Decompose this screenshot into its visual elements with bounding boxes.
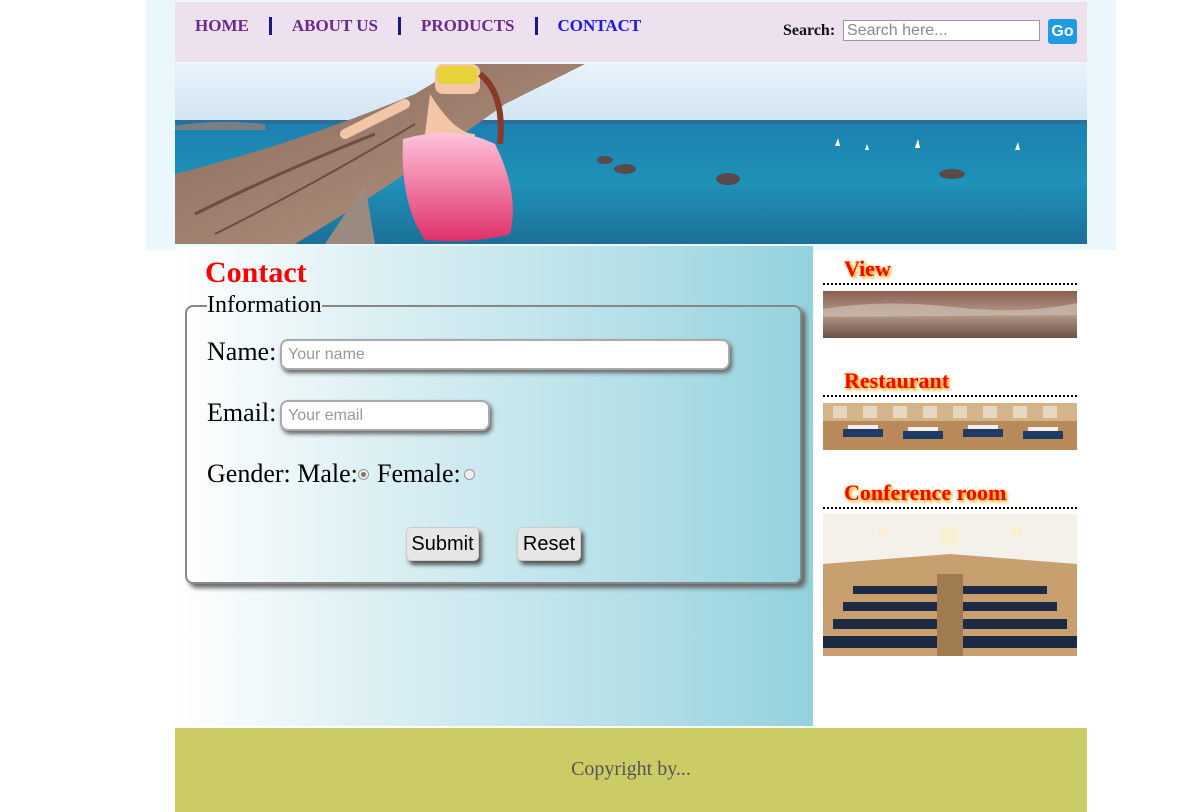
female-radio[interactable] [464, 469, 475, 480]
nav-about-link[interactable]: ABOUT US [272, 16, 398, 36]
conference-room-image[interactable] [823, 514, 1077, 656]
name-label: Name: [207, 337, 277, 366]
information-fieldset: Information [185, 292, 802, 584]
name-input[interactable] [280, 339, 730, 370]
sidebar-title-view: View [844, 256, 891, 281]
nav-products-link[interactable]: PRODUCTS [401, 16, 535, 36]
main-nav: HOME ABOUT US PRODUCTS CONTACT [175, 16, 661, 36]
submit-button[interactable]: Submit [406, 527, 479, 561]
restaurant-image[interactable] [823, 403, 1077, 450]
female-label: Female: [377, 459, 461, 488]
information-legend: Information [207, 292, 322, 318]
copyright-text: Copyright by... [571, 758, 691, 780]
contact-section: Contact Information Name: Email: Gender:… [175, 246, 813, 726]
nav-contact-link[interactable]: CONTACT [538, 16, 662, 36]
sidebar-divider [823, 395, 1077, 397]
search-label: Search: [783, 22, 836, 39]
banner-image [175, 64, 1087, 244]
view-image[interactable] [823, 291, 1077, 338]
sidebar-divider [823, 283, 1077, 285]
search-input[interactable] [843, 20, 1040, 41]
male-radio[interactable] [358, 469, 369, 480]
nav-home-link[interactable]: HOME [175, 16, 269, 36]
gender-male-label: Gender: Male: [207, 459, 358, 488]
email-label: Email: [207, 398, 277, 427]
sidebar-title-conference-room: Conference room [844, 480, 1007, 505]
header: HOME ABOUT US PRODUCTS CONTACT Search: G… [175, 2, 1087, 62]
sidebar: View Restaurant Conference room [823, 246, 1077, 726]
reset-button[interactable]: Reset [517, 527, 581, 561]
sidebar-title-restaurant: Restaurant [844, 368, 950, 393]
footer: Copyright by... [175, 728, 1087, 812]
search-go-button[interactable]: Go [1048, 19, 1077, 44]
email-input[interactable] [280, 400, 490, 431]
sidebar-divider [823, 507, 1077, 509]
page-title: Contact [205, 256, 307, 289]
